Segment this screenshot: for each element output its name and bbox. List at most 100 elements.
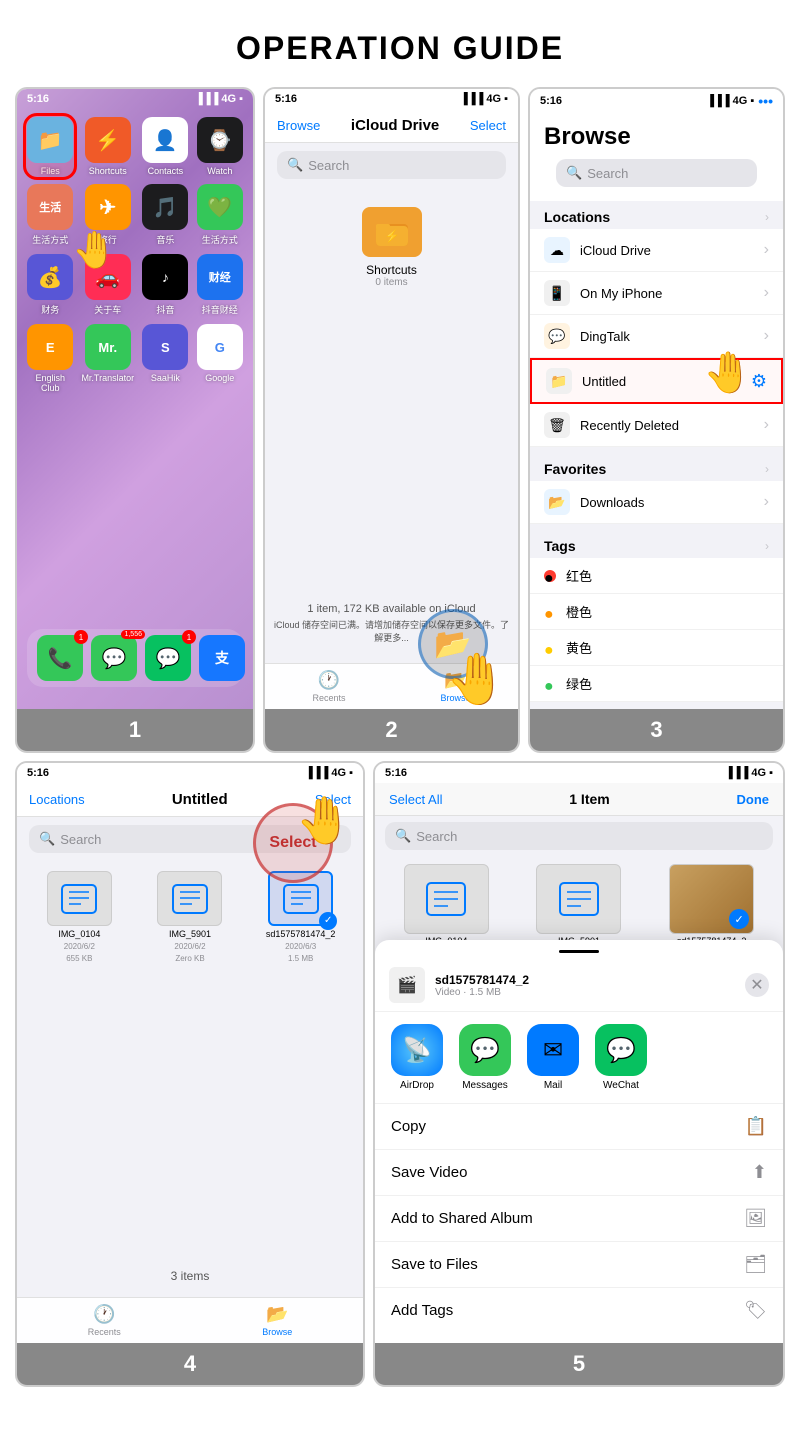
step1-signal: ▐▐▐ 4G ▪ bbox=[195, 93, 243, 105]
app4-4[interactable]: G Google bbox=[197, 324, 243, 393]
app3-1[interactable]: 💰 财务 bbox=[27, 254, 73, 316]
nav-back-locations[interactable]: Locations bbox=[29, 792, 85, 807]
tag-orange[interactable]: ● 橙色 bbox=[530, 594, 783, 630]
downloads-chevron: › bbox=[764, 493, 769, 511]
tags-header: Tags › bbox=[530, 530, 783, 558]
tag-yellow[interactable]: ● 黄色 bbox=[530, 630, 783, 666]
file2-name: IMG_5901 bbox=[169, 929, 211, 939]
step2-search[interactable]: 🔍 Search bbox=[277, 151, 506, 179]
search-icon-3: 🔍 bbox=[566, 165, 582, 181]
svg-text:⚡: ⚡ bbox=[384, 229, 399, 243]
step2-time: 5:16 bbox=[275, 93, 297, 105]
browse-icon-4: 📂 bbox=[266, 1304, 288, 1325]
tag-label-green: 绿色 bbox=[566, 674, 769, 693]
music-app[interactable]: 🎵 音乐 bbox=[142, 184, 188, 246]
phone-dock[interactable]: 📞 1 bbox=[37, 635, 83, 681]
tags-chevron: › bbox=[765, 539, 769, 553]
tab-browse-4[interactable]: 📂 Browse bbox=[262, 1304, 292, 1337]
action-save-video[interactable]: Save Video ⬆ bbox=[375, 1149, 783, 1195]
s5-thumb-box-2 bbox=[536, 864, 621, 934]
location-icloud[interactable]: ☁ iCloud Drive › bbox=[530, 229, 783, 272]
app4-2[interactable]: Mr. Mr.Translator bbox=[81, 324, 134, 393]
share-wechat[interactable]: 💬 WeChat bbox=[595, 1024, 647, 1091]
select-all-btn[interactable]: Select All bbox=[389, 792, 442, 807]
search-placeholder-2: Search bbox=[308, 158, 349, 173]
shortcuts-count: 0 items bbox=[375, 277, 407, 288]
tag-dot-red: ● bbox=[544, 570, 556, 582]
files-app-icon[interactable]: 📁 Files bbox=[27, 117, 73, 176]
action-save-files[interactable]: Save to Files 🗂 bbox=[375, 1241, 783, 1287]
copy-icon: 📋 bbox=[745, 1116, 767, 1137]
shortcuts-name: Shortcuts bbox=[366, 263, 417, 277]
hand-pointer-3: 🤚 bbox=[703, 349, 753, 396]
downloads-fav[interactable]: 📂 Downloads › bbox=[530, 481, 783, 524]
page-title: OPERATION GUIDE bbox=[0, 0, 800, 87]
share-close-btn[interactable]: ✕ bbox=[745, 973, 769, 997]
share-mail[interactable]: ✉ Mail bbox=[527, 1024, 579, 1091]
alipay-dock[interactable]: 支 bbox=[199, 635, 245, 681]
app4-3[interactable]: S SaaHik bbox=[142, 324, 188, 393]
browse-header: Browse 🔍 Search bbox=[530, 113, 783, 201]
tag-dot-orange: ● bbox=[544, 606, 556, 618]
shortcuts-app-icon[interactable]: ⚡ Shortcuts bbox=[81, 117, 134, 176]
tab-browse-label-4: Browse bbox=[262, 1327, 292, 1337]
file-thumb-3[interactable]: sd1575781474_2 2020/6/3 1.5 MB bbox=[250, 871, 351, 963]
location-deleted[interactable]: 🗑 Recently Deleted › bbox=[530, 404, 783, 447]
action-shared-album[interactable]: Add to Shared Album 🖼 bbox=[375, 1195, 783, 1241]
share-airdrop[interactable]: 📡 AirDrop bbox=[391, 1024, 443, 1091]
nav-back-browse[interactable]: Browse bbox=[277, 118, 320, 133]
more-icon[interactable]: ••• bbox=[758, 93, 773, 109]
step2-status: 5:16 ▐▐▐ 4G ▪ bbox=[265, 89, 518, 109]
nav-select-btn[interactable]: Select bbox=[470, 118, 506, 133]
tag-dot-yellow: ● bbox=[544, 642, 556, 654]
tab-recents-2[interactable]: 🕐 Recents bbox=[312, 670, 345, 703]
done-btn[interactable]: Done bbox=[736, 792, 769, 807]
items-count-4: 3 items bbox=[17, 1269, 363, 1283]
shortcuts-folder-icon: ⚡ bbox=[362, 207, 422, 257]
iphone-icon: 📱 bbox=[544, 280, 570, 306]
add-tags-icon: 🏷 bbox=[744, 1300, 767, 1321]
step2-navbar: Browse iCloud Drive Select bbox=[265, 109, 518, 143]
thumb-icon-2 bbox=[157, 871, 222, 926]
watch-app-icon[interactable]: ⌚ Watch bbox=[197, 117, 243, 176]
wechat-share-icon: 💬 bbox=[595, 1024, 647, 1076]
share-file-icon: 🎬 bbox=[389, 967, 425, 1003]
messages-dock[interactable]: 💬 1,556 bbox=[91, 635, 137, 681]
shortcuts-folder[interactable]: ⚡ Shortcuts 0 items bbox=[265, 187, 518, 308]
tag-green[interactable]: ● 绿色 bbox=[530, 666, 783, 702]
app2-1[interactable]: 生活 生活方式 bbox=[27, 184, 73, 246]
app2-4[interactable]: 💚 生活方式 bbox=[197, 184, 243, 246]
file3-name: sd1575781474_2 bbox=[266, 929, 336, 939]
location-iphone[interactable]: 📱 On My iPhone › bbox=[530, 272, 783, 315]
locations-header: Locations › bbox=[530, 201, 783, 229]
app3-4[interactable]: 财经 抖音财经 bbox=[197, 254, 243, 316]
step3-search[interactable]: 🔍 Search bbox=[556, 159, 757, 187]
app4-1[interactable]: E English Club bbox=[27, 324, 73, 393]
tiktok-app[interactable]: ♪ 抖音 bbox=[142, 254, 188, 316]
step5-search[interactable]: 🔍 Search bbox=[385, 822, 773, 850]
deleted-chevron: › bbox=[764, 416, 769, 434]
step4-time: 5:16 bbox=[27, 767, 49, 779]
file-thumb-2[interactable]: IMG_5901 2020/6/2 Zero KB bbox=[140, 871, 241, 963]
untitled-toggle[interactable]: ⚙ bbox=[751, 371, 767, 392]
step5-frame: 5:16 ▐▐▐ 4G ▪ Select All 1 Item Done 🔍 S… bbox=[373, 761, 785, 1387]
tag-label-red: 红色 bbox=[566, 566, 769, 585]
action-copy[interactable]: Copy 📋 bbox=[375, 1103, 783, 1149]
locations-chevron: › bbox=[765, 210, 769, 224]
share-messages[interactable]: 💬 Messages bbox=[459, 1024, 511, 1091]
locations-list: ☁ iCloud Drive › 📱 On My iPhone › 💬 Ding… bbox=[530, 229, 783, 447]
copy-label: Copy bbox=[391, 1118, 426, 1135]
file-thumb-1[interactable]: IMG_0104 2020/6/2 655 KB bbox=[29, 871, 130, 963]
watch-label: Watch bbox=[207, 166, 232, 176]
step4-frame: 5:16 ▐▐▐ 4G ▪ Locations Untitled Select … bbox=[15, 761, 365, 1387]
dingtalk-icon: 💬 bbox=[544, 323, 570, 349]
contacts-app-icon[interactable]: 👤 Contacts bbox=[142, 117, 188, 176]
action-add-tags[interactable]: Add Tags 🏷 bbox=[375, 1287, 783, 1333]
step5-signal: ▐▐▐ 4G ▪ bbox=[725, 767, 773, 779]
wechat-dock[interactable]: 💬 1 bbox=[145, 635, 191, 681]
tag-red[interactable]: ● 红色 bbox=[530, 558, 783, 594]
thumb-icon-1 bbox=[47, 871, 112, 926]
contacts-label: Contacts bbox=[148, 166, 184, 176]
save-video-icon: ⬆ bbox=[752, 1162, 767, 1183]
tab-recents-4[interactable]: 🕐 Recents bbox=[88, 1304, 121, 1337]
